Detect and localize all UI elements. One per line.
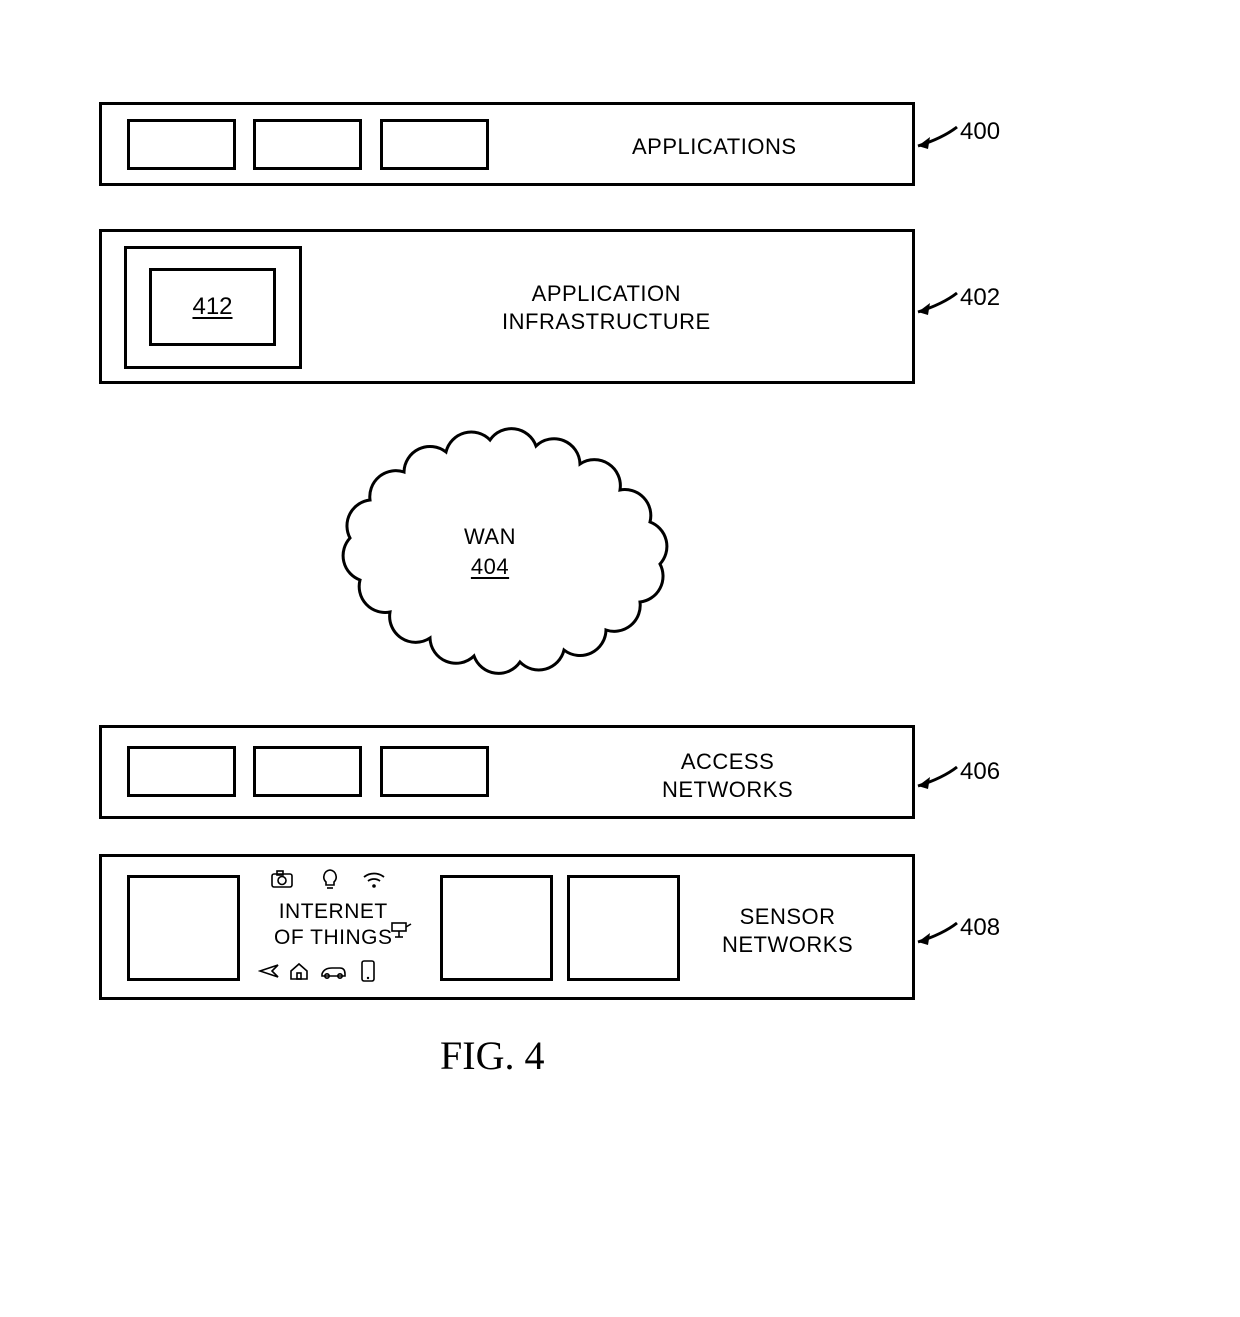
sensor-ref: 408: [960, 914, 1000, 942]
iot-cluster: INTERNET OF THINGS: [252, 869, 432, 991]
infra-inner-ref: 412: [192, 293, 232, 321]
bulb-icon: [320, 869, 340, 897]
app-box-2: [253, 119, 362, 170]
access-box-1: [127, 746, 236, 797]
access-label: ACCESS NETWORKS: [662, 748, 793, 803]
applications-leader-arrow: [915, 124, 960, 154]
app-box-3: [380, 119, 489, 170]
access-box-3: [380, 746, 489, 797]
access-ref: 406: [960, 758, 1000, 786]
infrastructure-label: APPLICATION INFRASTRUCTURE: [502, 280, 711, 335]
house-icon: [288, 961, 310, 987]
infrastructure-leader-arrow: [915, 290, 960, 320]
camera-icon: [270, 869, 294, 895]
infrastructure-layer: 412 APPLICATION INFRASTRUCTURE: [99, 229, 915, 384]
plane-icon: [258, 961, 280, 987]
app-box-1: [127, 119, 236, 170]
figure-4: APPLICATIONS 400 412 APPLICATION INFRAST…: [0, 0, 1240, 1317]
cctv-icon: [390, 921, 412, 945]
wifi-icon: [362, 871, 386, 895]
sensor-box-3: [567, 875, 680, 981]
sensor-leader-arrow: [915, 920, 960, 950]
wan-cloud: WAN 404: [300, 422, 680, 682]
iot-label: INTERNET OF THINGS: [274, 899, 392, 952]
wan-cloud-text: WAN 404: [300, 422, 680, 682]
access-leader-arrow: [915, 764, 960, 794]
wan-label: WAN: [464, 524, 516, 550]
phone-icon: [360, 959, 376, 989]
sensor-box-2: [440, 875, 553, 981]
applications-layer: APPLICATIONS: [99, 102, 915, 186]
infra-inner-box: 412: [149, 268, 276, 346]
sensor-layer: SENSOR NETWORKS INTERNET OF THINGS: [99, 854, 915, 1000]
sensor-box-1: [127, 875, 240, 981]
sensor-label: SENSOR NETWORKS: [722, 903, 853, 958]
applications-ref: 400: [960, 118, 1000, 146]
infrastructure-ref: 402: [960, 284, 1000, 312]
figure-caption: FIG. 4: [440, 1032, 544, 1079]
access-box-2: [253, 746, 362, 797]
applications-label: APPLICATIONS: [632, 133, 797, 161]
wan-ref: 404: [471, 554, 509, 580]
car-icon: [318, 963, 348, 986]
access-layer: ACCESS NETWORKS: [99, 725, 915, 819]
